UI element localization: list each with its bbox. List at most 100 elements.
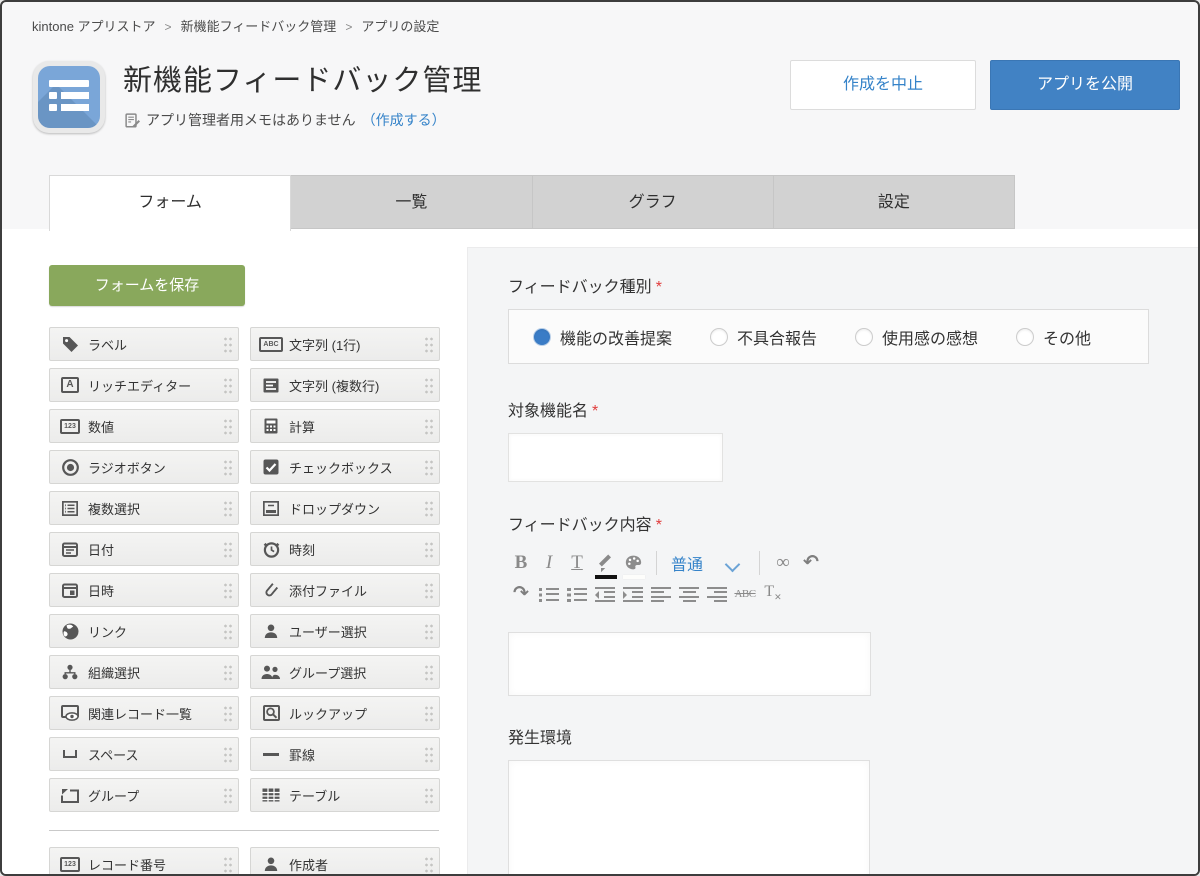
align-left-icon[interactable] bbox=[648, 581, 674, 607]
drag-handle-icon[interactable] bbox=[223, 500, 234, 518]
palette-item-ラベル[interactable]: ラベル bbox=[49, 327, 239, 361]
cancel-creation-button[interactable]: 作成を中止 bbox=[790, 60, 976, 110]
palette-item-label: ドロップダウン bbox=[289, 499, 380, 518]
drag-handle-icon[interactable] bbox=[424, 623, 435, 641]
save-form-button[interactable]: フォームを保存 bbox=[49, 265, 245, 306]
palette-item-label: 添付ファイル bbox=[289, 581, 367, 600]
palette-item-ルックアップ[interactable]: ルックアップ bbox=[250, 696, 440, 730]
drag-handle-icon[interactable] bbox=[424, 705, 435, 723]
italic-icon[interactable]: I bbox=[536, 550, 562, 576]
environment-textarea[interactable] bbox=[508, 760, 870, 876]
radio-circle[interactable] bbox=[710, 328, 728, 346]
text-multi-icon bbox=[259, 378, 283, 393]
breadcrumb-item[interactable]: kintone アプリストア bbox=[32, 19, 156, 34]
palette-item-label: ラベル bbox=[88, 335, 127, 354]
drag-handle-icon[interactable] bbox=[223, 623, 234, 641]
drag-handle-icon[interactable] bbox=[223, 418, 234, 436]
chevron-down-icon[interactable] bbox=[727, 557, 739, 569]
palette-item-label: 時刻 bbox=[289, 540, 315, 559]
drag-handle-icon[interactable] bbox=[223, 856, 234, 874]
create-memo-link[interactable]: （作成する） bbox=[362, 110, 446, 130]
strikethrough-icon[interactable]: ABC bbox=[732, 581, 758, 607]
indent-icon[interactable] bbox=[620, 581, 646, 607]
drag-handle-icon[interactable] bbox=[223, 377, 234, 395]
insert-link-icon[interactable]: ∞ bbox=[770, 550, 796, 576]
redo-icon[interactable]: ↷ bbox=[508, 581, 534, 607]
palette-item-リンク[interactable]: リンク bbox=[49, 614, 239, 648]
bullet-list-icon[interactable] bbox=[536, 581, 562, 607]
richtext-icon: A bbox=[58, 377, 82, 393]
palette-item-時刻[interactable]: 時刻 bbox=[250, 532, 440, 566]
pencil-icon bbox=[598, 556, 612, 570]
align-right-icon[interactable] bbox=[704, 581, 730, 607]
radio-option-不具合報告[interactable]: 不具合報告 bbox=[710, 325, 817, 349]
palette-item-作成者[interactable]: 作成者 bbox=[250, 847, 440, 876]
bg-color-icon[interactable] bbox=[620, 550, 646, 576]
drag-handle-icon[interactable] bbox=[424, 459, 435, 477]
outdent-icon[interactable] bbox=[592, 581, 618, 607]
breadcrumb-item[interactable]: 新機能フィードバック管理 bbox=[181, 19, 337, 34]
radio-option-機能の改善提案[interactable]: 機能の改善提案 bbox=[533, 325, 672, 349]
palette-item-ドロップダウン[interactable]: ドロップダウン bbox=[250, 491, 440, 525]
align-center-icon[interactable] bbox=[676, 581, 702, 607]
drag-handle-icon[interactable] bbox=[424, 336, 435, 354]
palette-item-リッチエディター[interactable]: Aリッチエディター bbox=[49, 368, 239, 402]
drag-handle-icon[interactable] bbox=[223, 746, 234, 764]
tab-フォーム[interactable]: フォーム bbox=[49, 175, 291, 231]
drag-handle-icon[interactable] bbox=[223, 705, 234, 723]
drag-handle-icon[interactable] bbox=[424, 746, 435, 764]
palette-item-文字列 (1行)[interactable]: ABC文字列 (1行) bbox=[250, 327, 440, 361]
undo-icon[interactable]: ↶ bbox=[798, 550, 824, 576]
drag-handle-icon[interactable] bbox=[223, 459, 234, 477]
palette-item-スペース[interactable]: スペース bbox=[49, 737, 239, 771]
radio-circle[interactable] bbox=[533, 328, 551, 346]
drag-handle-icon[interactable] bbox=[424, 418, 435, 436]
drag-handle-icon[interactable] bbox=[223, 336, 234, 354]
tab-グラフ[interactable]: グラフ bbox=[533, 175, 774, 229]
drag-handle-icon[interactable] bbox=[223, 664, 234, 682]
palette-item-日時[interactable]: 日時 bbox=[49, 573, 239, 607]
drag-handle-icon[interactable] bbox=[223, 582, 234, 600]
drag-handle-icon[interactable] bbox=[223, 787, 234, 805]
palette-item-レコード番号[interactable]: 123レコード番号 bbox=[49, 847, 239, 876]
palette-item-グループ選択[interactable]: グループ選択 bbox=[250, 655, 440, 689]
drag-handle-icon[interactable] bbox=[424, 582, 435, 600]
palette-item-罫線[interactable]: 罫線 bbox=[250, 737, 440, 771]
remove-format-icon[interactable]: T✕ bbox=[760, 581, 786, 607]
radio-option-その他[interactable]: その他 bbox=[1016, 325, 1091, 349]
palette-item-文字列 (複数行)[interactable]: 文字列 (複数行) bbox=[250, 368, 440, 402]
drag-handle-icon[interactable] bbox=[424, 541, 435, 559]
palette-item-ユーザー選択[interactable]: ユーザー選択 bbox=[250, 614, 440, 648]
bold-icon[interactable]: B bbox=[508, 550, 534, 576]
target-feature-input[interactable] bbox=[508, 433, 723, 482]
drag-handle-icon[interactable] bbox=[424, 377, 435, 395]
text-color-icon[interactable] bbox=[592, 550, 618, 576]
palette-item-複数選択[interactable]: 複数選択 bbox=[49, 491, 239, 525]
palette-item-数値[interactable]: 123数値 bbox=[49, 409, 239, 443]
palette-item-添付ファイル[interactable]: 添付ファイル bbox=[250, 573, 440, 607]
drag-handle-icon[interactable] bbox=[223, 541, 234, 559]
palette-item-組織選択[interactable]: 組織選択 bbox=[49, 655, 239, 689]
numbered-list-icon[interactable] bbox=[564, 581, 590, 607]
radio-circle[interactable] bbox=[855, 328, 873, 346]
tab-一覧[interactable]: 一覧 bbox=[291, 175, 532, 229]
palette-item-テーブル[interactable]: テーブル bbox=[250, 778, 440, 812]
palette-item-ラジオボタン[interactable]: ラジオボタン bbox=[49, 450, 239, 484]
palette-item-計算[interactable]: 計算 bbox=[250, 409, 440, 443]
palette-item-チェックボックス[interactable]: チェックボックス bbox=[250, 450, 440, 484]
publish-app-button[interactable]: アプリを公開 bbox=[990, 60, 1180, 110]
radio-option-使用感の感想[interactable]: 使用感の感想 bbox=[855, 325, 978, 349]
format-select[interactable]: 普通 bbox=[671, 551, 703, 575]
text-single-icon: ABC bbox=[259, 337, 283, 352]
palette-item-日付[interactable]: 日付 bbox=[49, 532, 239, 566]
palette-item-グループ[interactable]: グループ bbox=[49, 778, 239, 812]
drag-handle-icon[interactable] bbox=[424, 856, 435, 874]
palette-item-関連レコード一覧[interactable]: 関連レコード一覧 bbox=[49, 696, 239, 730]
radio-circle[interactable] bbox=[1016, 328, 1034, 346]
feedback-content-editor[interactable] bbox=[508, 632, 871, 696]
underline-icon[interactable]: T bbox=[564, 550, 590, 576]
drag-handle-icon[interactable] bbox=[424, 664, 435, 682]
tab-設定[interactable]: 設定 bbox=[774, 175, 1015, 229]
drag-handle-icon[interactable] bbox=[424, 500, 435, 518]
drag-handle-icon[interactable] bbox=[424, 787, 435, 805]
